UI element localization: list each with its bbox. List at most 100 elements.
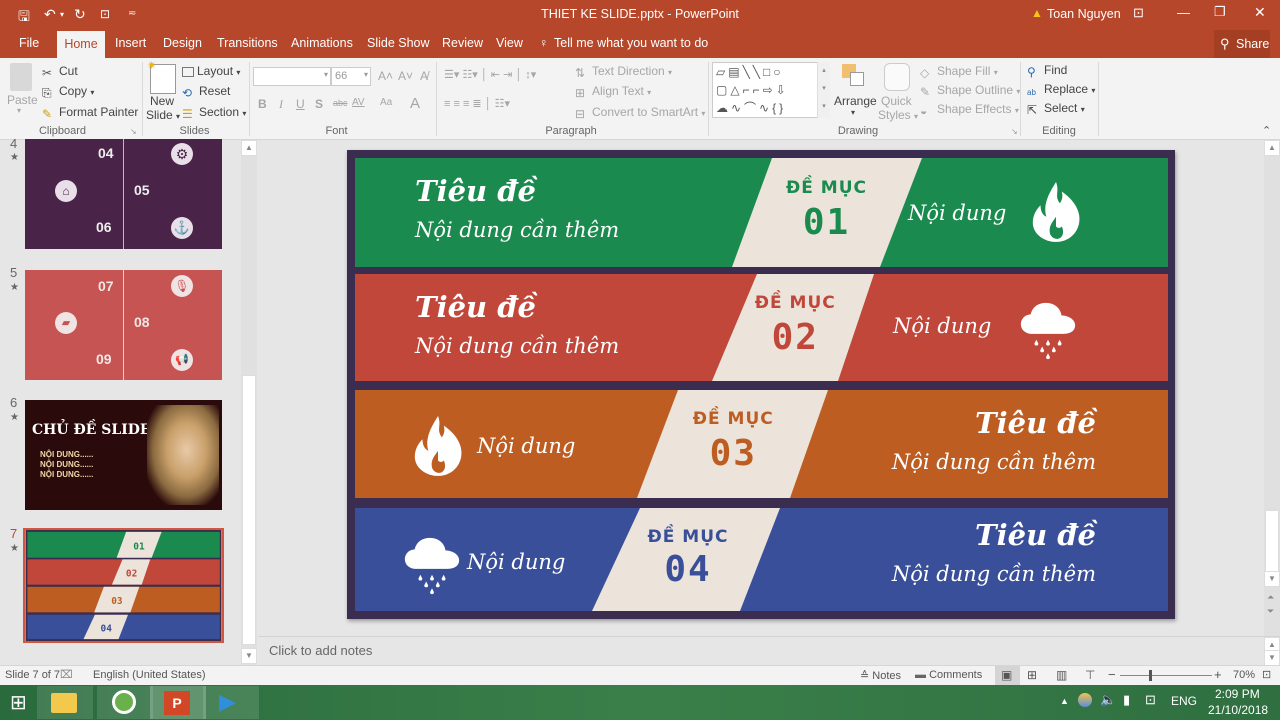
band-title[interactable]: Tiêu đề	[975, 518, 1096, 552]
collapse-ribbon-icon[interactable]: ⌃	[1262, 124, 1271, 137]
notes-placeholder[interactable]: Click to add notes	[269, 643, 372, 658]
slide-thumbnail-6[interactable]: CHỦ ĐỀ SLIDE NỘI DUNG...... NỘI DUNG....…	[25, 400, 222, 510]
band-side-text[interactable]: Nội dung	[467, 550, 565, 574]
fit-slide-icon[interactable]: ⊡	[1262, 668, 1271, 681]
tell-me-input[interactable]: Tell me what you want to do	[554, 36, 708, 50]
bullets-icon[interactable]: ☰▾ ☷▾ │ ⇤ ⇥ │ ↕▾	[444, 68, 536, 81]
scroll-up-button[interactable]: ▲	[1264, 140, 1280, 156]
clock-date[interactable]: 21/10/2018	[1208, 703, 1268, 717]
slide-thumbnail-7-selected[interactable]: 01 02 03 04	[23, 528, 224, 643]
spell-check-icon[interactable]: ⌧	[60, 668, 73, 681]
notes-pane[interactable]: Click to add notes ▲ ▼	[258, 636, 1280, 666]
slide-scrollbar[interactable]: ▲ ▼ ⏶ ⏷	[1264, 140, 1280, 636]
band-content[interactable]: Nội dung cần thêm	[892, 562, 1096, 586]
alignment-icons[interactable]: ≡ ≡ ≡ ≣ │ ☷▾	[444, 97, 510, 110]
tab-review[interactable]: Review	[442, 36, 483, 50]
tray-app-icon[interactable]	[1078, 693, 1092, 707]
zoom-slider-handle[interactable]	[1149, 670, 1152, 681]
band-side-text[interactable]: Nội dung	[908, 201, 1006, 225]
slide-band-4[interactable]: ĐỀ MỤC 04 Tiêu đề Nội dung cần thêm Nội dung	[355, 508, 1168, 611]
arrange-icon[interactable]	[842, 64, 866, 88]
text-direction-button[interactable]: ⇅ Text Direction ▾	[575, 64, 672, 80]
font-name-input[interactable]: ▾	[253, 67, 331, 86]
volume-icon[interactable]: 🔈	[1100, 692, 1116, 708]
ribbon-display-options-icon[interactable]: ⊡	[1133, 5, 1144, 21]
tab-insert[interactable]: Insert	[115, 36, 146, 50]
section-heading[interactable]: ĐỀ MỤC	[618, 527, 758, 547]
share-button[interactable]: ⚲ Share	[1214, 30, 1270, 58]
bold-button[interactable]: B	[258, 97, 267, 111]
zoom-level[interactable]: 70%	[1233, 669, 1255, 681]
tab-view[interactable]: View	[496, 36, 523, 50]
layout-button[interactable]: Layout ▾	[182, 64, 240, 78]
slide-sorter-view-icon[interactable]: ⊞	[1027, 668, 1037, 682]
new-slide-button[interactable]: New	[150, 94, 174, 108]
slideshow-view-icon[interactable]: ⊤	[1085, 668, 1095, 682]
battery-icon[interactable]: ▮	[1123, 692, 1130, 708]
next-slide-button[interactable]: ⏷	[1267, 606, 1274, 617]
scroll-thumb[interactable]	[1265, 510, 1279, 572]
tab-animations[interactable]: Animations	[291, 36, 353, 50]
section-number[interactable]: 04	[618, 549, 758, 590]
tab-transitions[interactable]: Transitions	[217, 36, 278, 50]
band-side-text[interactable]: Nội dung	[477, 434, 575, 458]
clear-formatting-icon[interactable]: A̸	[420, 69, 428, 83]
clipboard-launcher-icon[interactable]: ↘	[130, 127, 137, 136]
shape-outline-button[interactable]: ✎ Shape Outline ▾	[920, 83, 1020, 99]
new-slide-icon[interactable]: ✷	[147, 60, 176, 94]
quick-styles-icon[interactable]	[884, 63, 910, 91]
previous-slide-button[interactable]: ⏶	[1267, 592, 1274, 603]
arrange-dropdown-icon[interactable]: ▾	[851, 108, 855, 117]
italic-button[interactable]: I	[279, 97, 283, 112]
slide-band-3[interactable]: ĐỀ MỤC 03 Tiêu đề Nội dung cần thêm Nội dung	[355, 390, 1168, 498]
select-button[interactable]: ⇱ Select ▾	[1027, 101, 1085, 117]
normal-view-button[interactable]: ▣	[995, 666, 1020, 685]
band-content[interactable]: Nội dung cần thêm	[892, 450, 1096, 474]
increase-font-icon[interactable]: A˄	[378, 69, 393, 83]
scroll-up-button[interactable]: ▲	[241, 140, 257, 156]
slide-thumbnail-5[interactable]: 07 08 09 🎙 ▰ 📢	[25, 270, 222, 380]
shape-effects-button[interactable]: ◒ Shape Effects ▾	[920, 102, 1019, 118]
section-number[interactable]: 02	[725, 317, 865, 358]
change-case-button[interactable]: Aa	[380, 97, 392, 108]
minimize-icon[interactable]: —	[1177, 5, 1190, 20]
zoom-in-button[interactable]: +	[1214, 667, 1222, 682]
network-icon[interactable]: ⊡	[1145, 692, 1156, 708]
show-hidden-icons[interactable]: ▲	[1060, 696, 1069, 706]
band-title[interactable]: Tiêu đề	[975, 406, 1096, 440]
section-heading[interactable]: ĐỀ MỤC	[725, 293, 865, 313]
replace-button[interactable]: ab Replace ▾	[1027, 82, 1095, 100]
band-title[interactable]: Tiêu đề	[415, 174, 536, 208]
close-icon[interactable]: ✕	[1254, 4, 1266, 21]
decrease-font-icon[interactable]: A˅	[398, 69, 413, 83]
paste-dropdown-icon[interactable]: ▾	[17, 106, 21, 115]
band-title[interactable]: Tiêu đề	[415, 290, 536, 324]
cut-button[interactable]: ✂ Cut	[42, 64, 78, 80]
band-side-text[interactable]: Nội dung	[893, 314, 991, 338]
user-name[interactable]: Toan Nguyen	[1047, 7, 1121, 21]
slide-band-1[interactable]: ĐỀ MỤC 01 Tiêu đề Nội dung cần thêm Nội dung	[355, 158, 1168, 267]
find-button[interactable]: ⚲ Find	[1027, 63, 1067, 79]
shapes-gallery-scroll[interactable]: ▴ ▾ ▾	[817, 62, 830, 118]
arrange-button[interactable]: Arrange	[834, 94, 877, 108]
section-heading[interactable]: ĐỀ MỤC	[757, 178, 897, 198]
powerpoint-taskbar[interactable]: P	[150, 686, 206, 719]
format-painter-button[interactable]: ✎ Format Painter	[42, 105, 138, 121]
windows-start-icon[interactable]: ⊞	[10, 690, 27, 715]
shapes-gallery[interactable]: ▱▤╲╲□○ ▢△⌐⌐⇨⇩ ☁∿⌒∿{}	[712, 62, 830, 118]
comments-toggle[interactable]: ▬ Comments	[915, 669, 982, 681]
notes-scroll-down[interactable]: ▼	[1264, 650, 1280, 666]
paste-icon[interactable]	[10, 63, 32, 91]
file-explorer-taskbar[interactable]	[37, 686, 93, 719]
zoom-slider[interactable]	[1120, 675, 1212, 676]
copy-button[interactable]: ⎘ Copy ▾	[42, 84, 94, 100]
band-content[interactable]: Nội dung cần thêm	[415, 334, 619, 358]
scroll-down-button[interactable]: ▼	[241, 648, 257, 664]
restore-icon[interactable]: ❐	[1214, 4, 1226, 20]
zoom-out-button[interactable]: −	[1108, 667, 1116, 682]
slide-thumbnail-4[interactable]: 04 05 06 ⚙ ⌂ ⚓	[25, 139, 222, 249]
paste-button[interactable]: Paste	[7, 93, 38, 107]
notes-toggle[interactable]: ≙ Notes	[860, 669, 901, 682]
section-number[interactable]: 01	[757, 202, 897, 243]
quick-styles-label[interactable]: Styles ▾	[878, 108, 918, 122]
